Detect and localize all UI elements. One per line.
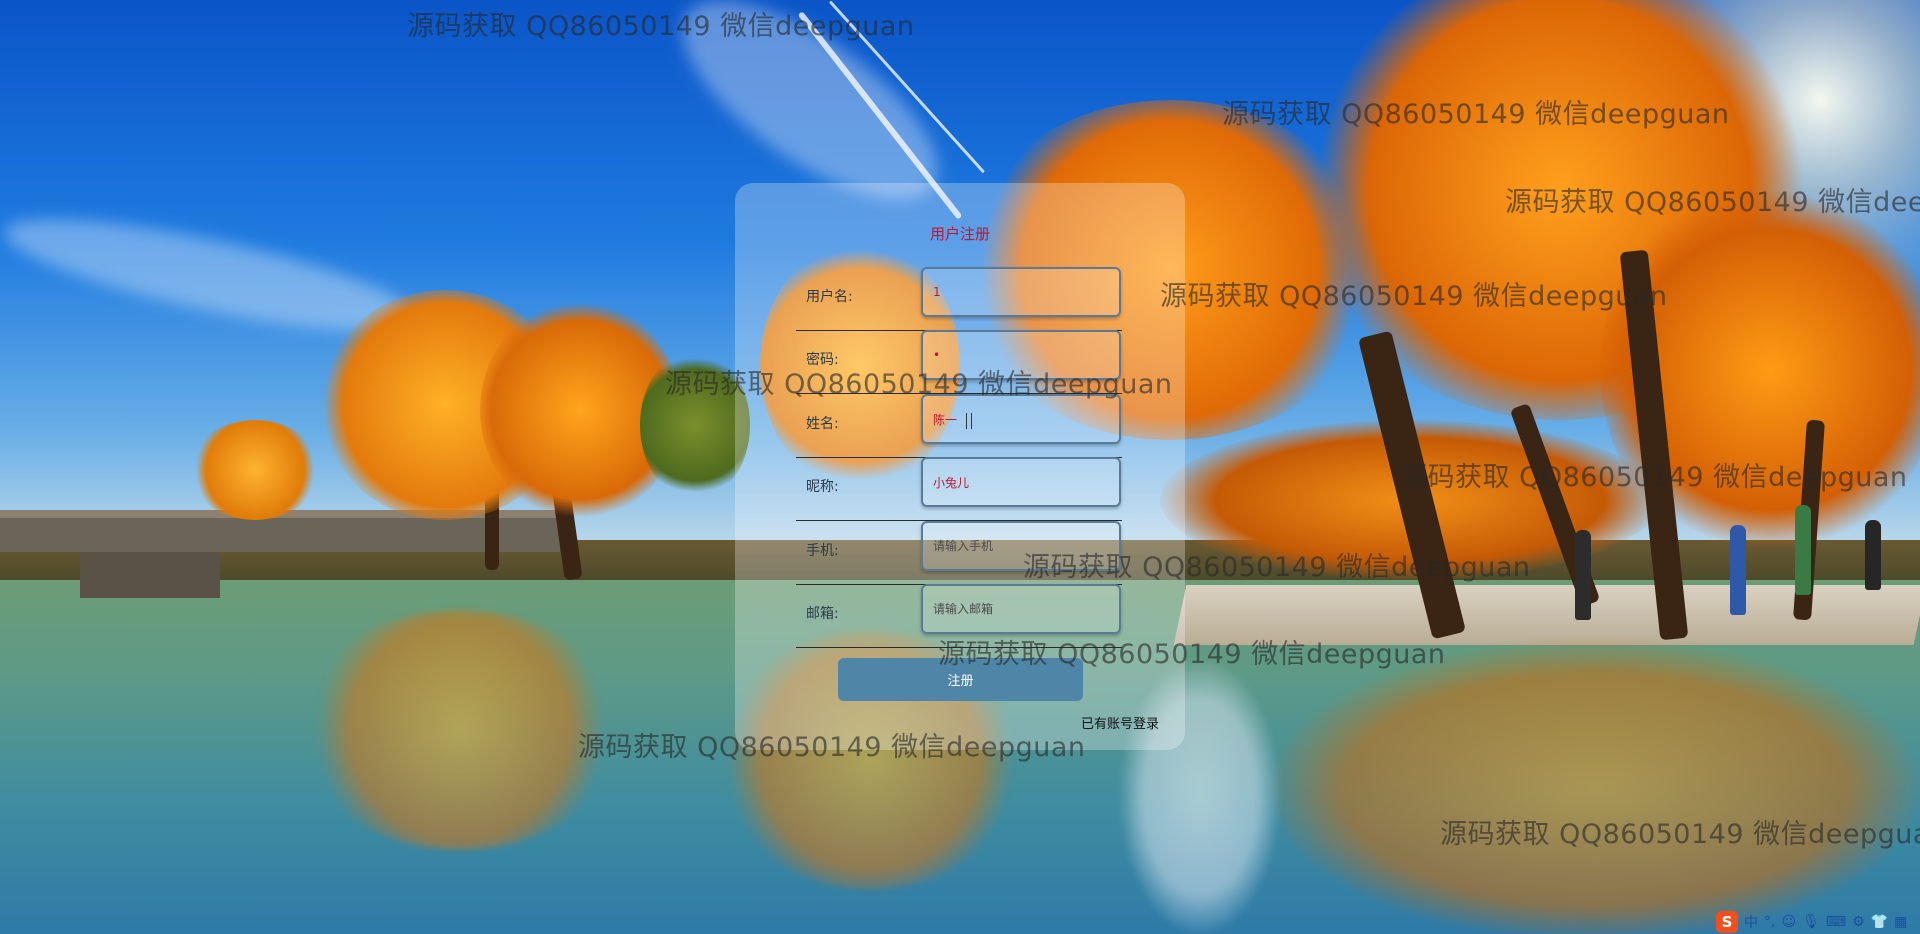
person xyxy=(1730,525,1746,615)
reflection xyxy=(300,610,620,850)
username-input[interactable] xyxy=(921,267,1121,317)
keyboard-icon[interactable]: ⌨ xyxy=(1826,914,1846,930)
nickname-label: 昵称: xyxy=(806,479,839,495)
name-label: 姓名: xyxy=(806,416,839,432)
watermark-text: 源码获取 QQ86050149 微信deepguan xyxy=(578,732,1086,763)
form-title: 用户注册 xyxy=(929,225,990,243)
watermark-text: 源码获取 QQ86050149 微信deepguan xyxy=(1023,552,1531,583)
username-row: 用户名: xyxy=(796,267,1122,331)
watermark-text: 源码获取 QQ86050149 微信deepguan xyxy=(1440,819,1920,850)
person xyxy=(1865,520,1881,590)
text-cursor-icon xyxy=(966,413,972,429)
tree-canopy xyxy=(190,420,320,520)
ime-logo-icon[interactable]: S xyxy=(1716,911,1738,933)
tools-icon[interactable]: ⚙ xyxy=(1852,914,1865,930)
watermark-text: 源码获取 QQ86050149 微信deepguan xyxy=(1400,462,1908,493)
nickname-row: 昵称: xyxy=(796,457,1122,521)
bridge xyxy=(0,518,560,552)
person xyxy=(1575,530,1591,620)
watermark-text: 源码获取 QQ86050149 微信deepguan xyxy=(1160,281,1668,312)
ime-toolbar[interactable]: S 中 °, ☺ 🎙 ⌨ ⚙ 👕 ▦ xyxy=(1712,910,1920,934)
email-input[interactable] xyxy=(921,584,1121,634)
email-label: 邮箱: xyxy=(806,606,839,622)
watermark-text: 源码获取 QQ86050149 微信deepguan xyxy=(938,639,1446,670)
bridge-pier xyxy=(150,552,220,598)
skin-icon[interactable]: 👕 xyxy=(1871,914,1888,930)
watermark-text: 源码获取 QQ86050149 微信deepguan xyxy=(1505,187,1920,218)
person xyxy=(1795,505,1811,595)
watermark-text: 源码获取 QQ86050149 微信deepguan xyxy=(407,11,915,42)
reflection xyxy=(1270,640,1920,934)
name-row: 姓名: xyxy=(796,394,1122,458)
username-label: 用户名: xyxy=(806,289,853,305)
microphone-icon[interactable]: 🎙 xyxy=(1802,914,1820,930)
nickname-input[interactable] xyxy=(921,457,1121,507)
emoji-icon[interactable]: ☺ xyxy=(1781,914,1796,930)
punctuation-icon[interactable]: °, xyxy=(1764,914,1775,930)
bridge-pier xyxy=(80,552,150,598)
grid-icon[interactable]: ▦ xyxy=(1894,914,1907,930)
login-link[interactable]: 已有账号登录 xyxy=(1081,713,1159,732)
phone-label: 手机: xyxy=(806,543,839,559)
watermark-text: 源码获取 QQ86050149 微信deepguan xyxy=(665,369,1173,400)
watermark-text: 源码获取 QQ86050149 微信deepguan xyxy=(1222,99,1730,130)
name-input[interactable] xyxy=(921,394,1121,444)
ime-mode-toggle[interactable]: 中 xyxy=(1744,912,1758,932)
